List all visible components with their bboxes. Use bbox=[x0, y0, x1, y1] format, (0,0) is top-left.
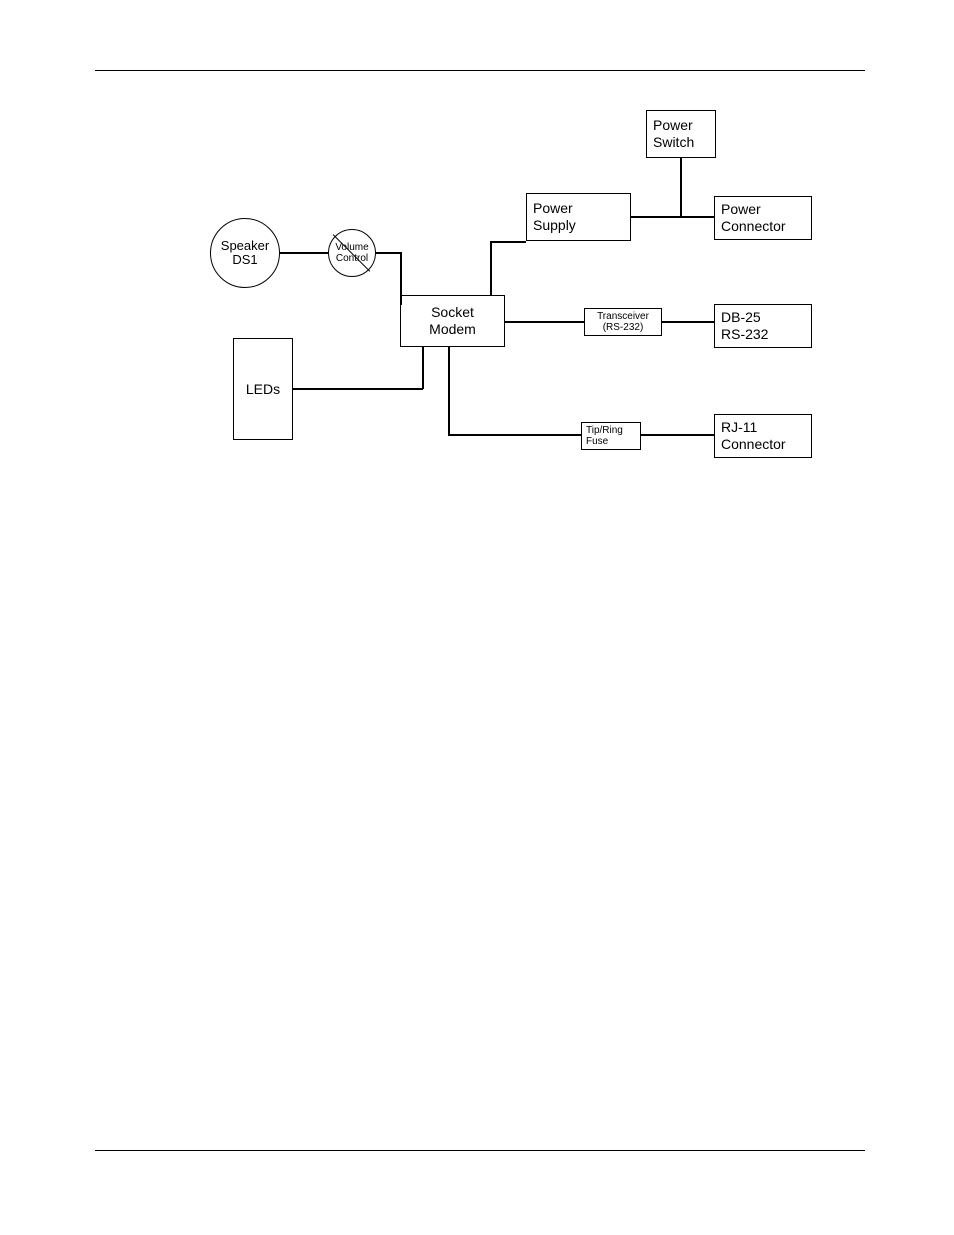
conn-line bbox=[631, 216, 714, 218]
transceiver-l1: Transceiver bbox=[597, 311, 649, 322]
conn-line bbox=[400, 252, 402, 305]
conn-line bbox=[376, 252, 400, 254]
power-supply-l2: Supply bbox=[533, 217, 630, 234]
speaker-l1: Speaker bbox=[221, 239, 269, 253]
rj11-l2: Connector bbox=[721, 436, 811, 453]
bottom-rule bbox=[95, 1150, 865, 1151]
power-supply-block: Power Supply bbox=[526, 193, 631, 241]
conn-line bbox=[490, 241, 492, 295]
conn-line bbox=[448, 434, 581, 436]
db25-block: DB-25 RS-232 bbox=[714, 304, 812, 348]
leds-block: LEDs bbox=[233, 338, 293, 440]
leds-l1: LEDs bbox=[246, 381, 280, 398]
db25-l2: RS-232 bbox=[721, 326, 811, 343]
power-switch-block: Power Switch bbox=[646, 110, 716, 158]
socket-modem-block: Socket Modem bbox=[400, 295, 505, 347]
volume-l1: Volume bbox=[335, 242, 368, 253]
conn-line bbox=[641, 434, 714, 436]
power-switch-l1: Power bbox=[653, 117, 715, 134]
conn-line bbox=[680, 158, 682, 216]
conn-line bbox=[490, 241, 526, 243]
conn-line bbox=[448, 347, 450, 435]
conn-line bbox=[400, 304, 401, 306]
conn-line bbox=[280, 252, 328, 254]
tipring-l2: Fuse bbox=[586, 436, 608, 447]
speaker-block: Speaker DS1 bbox=[210, 218, 280, 288]
rj11-block: RJ-11 Connector bbox=[714, 414, 812, 458]
power-connector-l2: Connector bbox=[721, 218, 811, 235]
transceiver-block: Transceiver (RS-232) bbox=[584, 308, 662, 336]
power-supply-l1: Power bbox=[533, 200, 630, 217]
tipring-block: Tip/Ring Fuse bbox=[581, 422, 641, 450]
socket-modem-l1: Socket bbox=[431, 304, 474, 321]
db25-l1: DB-25 bbox=[721, 309, 811, 326]
socket-modem-l2: Modem bbox=[429, 321, 476, 338]
block-diagram: Power Switch Power Supply Power Connecto… bbox=[200, 110, 820, 470]
conn-line bbox=[422, 347, 424, 389]
conn-line bbox=[662, 321, 714, 323]
speaker-l2: DS1 bbox=[232, 253, 257, 267]
power-connector-block: Power Connector bbox=[714, 196, 812, 240]
conn-line bbox=[505, 321, 584, 323]
top-rule bbox=[95, 70, 865, 71]
transceiver-l2: (RS-232) bbox=[603, 322, 644, 333]
tipring-l1: Tip/Ring bbox=[586, 425, 623, 436]
conn-line bbox=[293, 388, 423, 390]
power-connector-l1: Power bbox=[721, 201, 811, 218]
rj11-l1: RJ-11 bbox=[721, 419, 811, 436]
power-switch-l2: Switch bbox=[653, 134, 715, 151]
